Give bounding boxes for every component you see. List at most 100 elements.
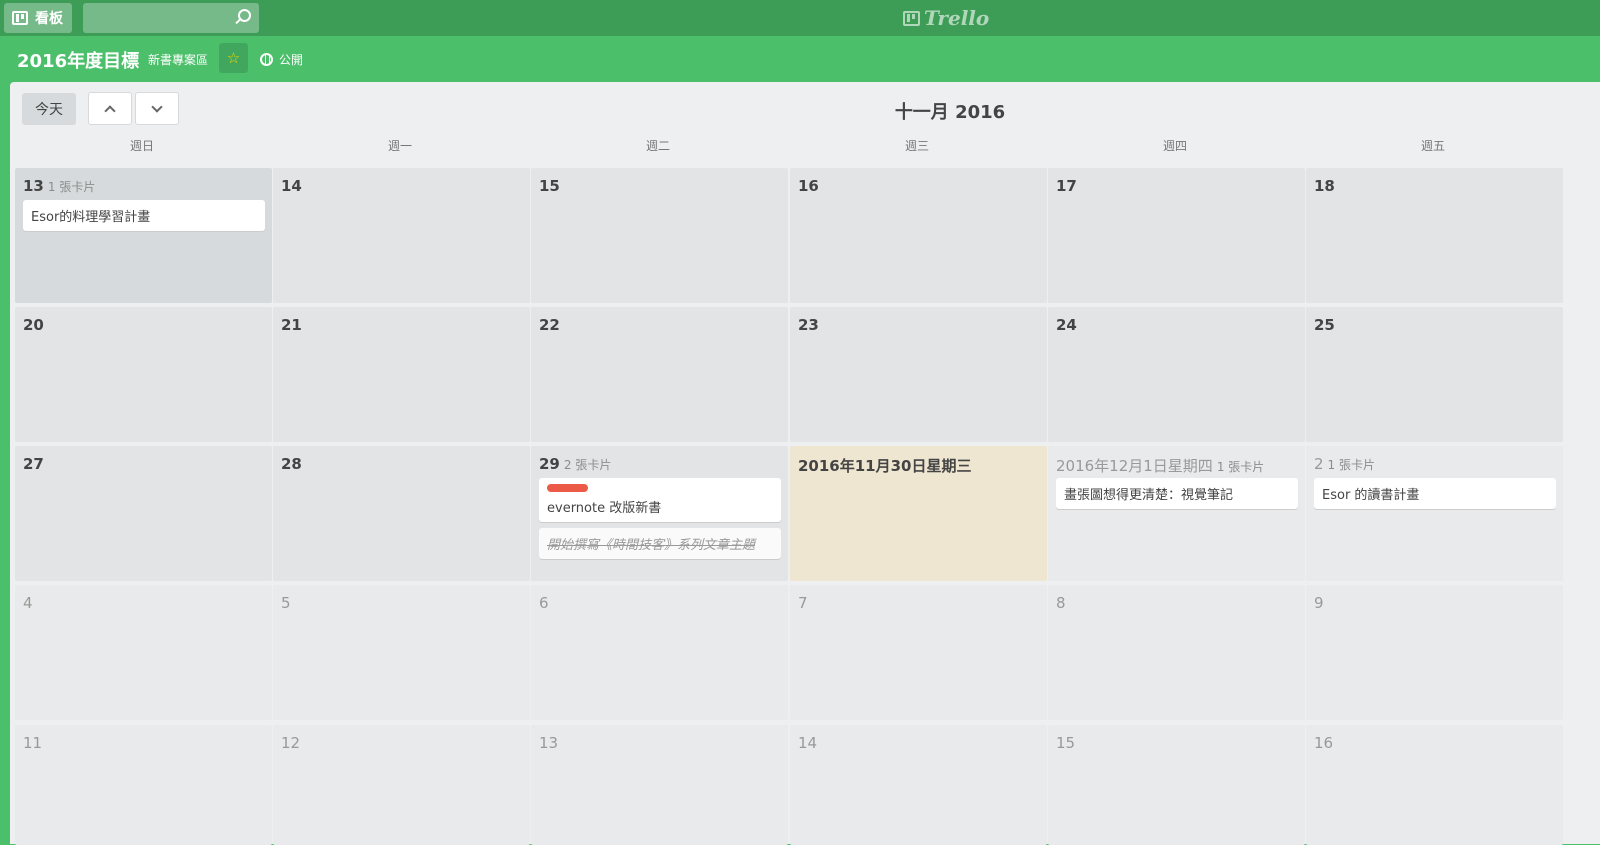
day-header: 21 xyxy=(281,316,302,334)
day-header: 13 1 張卡片 xyxy=(23,177,95,195)
card-title: evernote 改版新書 xyxy=(547,501,662,516)
day-header: 2016年11月30日星期三 xyxy=(798,455,972,476)
calendar-day[interactable]: 29 2 張卡片 evernote 改版新書開始撰寫《時間技客》系列文章主題 xyxy=(531,446,788,581)
calendar-day[interactable]: 11 xyxy=(15,725,272,845)
calendar-day[interactable]: 27 xyxy=(15,446,272,581)
calendar-day[interactable]: 8 xyxy=(1048,585,1305,720)
calendar-day[interactable]: 25 xyxy=(1306,307,1563,442)
day-number: 11 xyxy=(23,734,43,752)
day-header: 16 xyxy=(1314,734,1333,752)
calendar-day[interactable]: 2016年12月1日星期四 1 張卡片 畫張圖想得更清楚：視覺筆記 xyxy=(1048,446,1305,581)
weekday-header: 週二 xyxy=(645,139,670,153)
day-number: 8 xyxy=(1056,594,1066,612)
day-header: 11 xyxy=(23,734,42,752)
calendar-day[interactable]: 21 張卡片 Esor 的讀書計畫 xyxy=(1306,446,1563,581)
board-title[interactable]: 2016年度目標 xyxy=(17,47,139,73)
day-header: 14 xyxy=(281,177,302,195)
day-header: 28 xyxy=(281,455,302,473)
calendar-day[interactable]: 16 xyxy=(790,168,1047,303)
calendar-day[interactable]: 28 xyxy=(273,446,530,581)
day-header: 15 xyxy=(1056,734,1075,752)
weekday-header: 週日 xyxy=(129,139,154,153)
calendar-day[interactable]: 6 xyxy=(531,585,788,720)
day-number: 2016年11月30日星期三 xyxy=(798,457,972,475)
day-header: 2016年12月1日星期四 1 張卡片 xyxy=(1056,455,1264,476)
card-title: 開始撰寫《時間技客》系列文章主題 xyxy=(547,538,756,553)
day-number: 2016年12月1日星期四 xyxy=(1056,457,1213,475)
calendar-day[interactable]: 12 xyxy=(273,725,530,845)
day-header: 6 xyxy=(539,594,549,612)
day-header: 29 2 張卡片 xyxy=(539,455,611,473)
calendar-day[interactable]: 9 xyxy=(1306,585,1563,720)
calendar-day[interactable]: 17 xyxy=(1048,168,1305,303)
search-input[interactable] xyxy=(83,3,259,33)
day-number: 14 xyxy=(281,177,302,195)
day-header: 16 xyxy=(798,177,819,195)
calendar-day[interactable]: 20 xyxy=(15,307,272,442)
day-number: 2 xyxy=(1314,455,1324,473)
calendar-day-today[interactable]: 2016年11月30日星期三 xyxy=(790,446,1047,581)
calendar-day[interactable]: 22 xyxy=(531,307,788,442)
day-number: 5 xyxy=(281,594,291,612)
day-header: 15 xyxy=(539,177,560,195)
day-header: 24 xyxy=(1056,316,1077,334)
weekday-header: 週五 xyxy=(1420,139,1445,153)
day-number: 6 xyxy=(539,594,549,612)
team-link[interactable]: 新書專案區 xyxy=(148,51,208,68)
card-count: 1 張卡片 xyxy=(1327,458,1375,472)
card-title: Esor 的讀書計畫 xyxy=(1322,488,1420,503)
boards-button[interactable]: 看板 xyxy=(4,3,72,33)
calendar-day[interactable]: 7 xyxy=(790,585,1047,720)
star-button[interactable]: ☆ xyxy=(219,43,248,73)
top-bar: 看板 Trello xyxy=(0,0,1600,36)
search-icon[interactable] xyxy=(238,9,251,22)
calendar-day[interactable]: 4 xyxy=(15,585,272,720)
card-count: 1 張卡片 xyxy=(47,180,96,194)
calendar-card[interactable]: Esor 的讀書計畫 xyxy=(1314,478,1556,509)
logo-text: Trello xyxy=(924,6,990,30)
day-number: 4 xyxy=(23,594,33,612)
day-number: 25 xyxy=(1314,316,1335,334)
day-number: 12 xyxy=(281,734,301,752)
board-icon xyxy=(12,11,28,25)
calendar-card[interactable]: 畫張圖想得更清楚：視覺筆記 xyxy=(1056,478,1298,509)
day-header: 17 xyxy=(1056,177,1077,195)
day-header: 4 xyxy=(23,594,33,612)
day-header: 20 xyxy=(23,316,44,334)
calendar-day[interactable]: 24 xyxy=(1048,307,1305,442)
day-header: 12 xyxy=(281,734,300,752)
day-number: 9 xyxy=(1314,594,1324,612)
visibility-label: 公開 xyxy=(279,53,304,67)
calendar-day[interactable]: 5 xyxy=(273,585,530,720)
calendar-day[interactable]: 13 xyxy=(531,725,788,845)
calendar-day[interactable]: 18 xyxy=(1306,168,1563,303)
globe-icon xyxy=(260,53,273,66)
calendar-card[interactable]: Esor的料理學習計畫 xyxy=(23,200,265,231)
calendar-day[interactable]: 14 xyxy=(790,725,1047,845)
day-number: 28 xyxy=(281,455,302,473)
day-number: 16 xyxy=(1314,734,1334,752)
calendar-day[interactable]: 13 1 張卡片 Esor的料理學習計畫 xyxy=(15,168,272,303)
calendar-day[interactable]: 14 xyxy=(273,168,530,303)
calendar-day[interactable]: 21 xyxy=(273,307,530,442)
calendar-card[interactable]: evernote 改版新書 xyxy=(539,478,781,522)
card-count: 1 張卡片 xyxy=(1216,460,1265,474)
calendar-day[interactable]: 15 xyxy=(1048,725,1305,845)
day-number: 15 xyxy=(539,177,560,195)
day-number: 16 xyxy=(798,177,819,195)
calendar-day[interactable]: 16 xyxy=(1306,725,1563,845)
day-number: 18 xyxy=(1314,177,1335,195)
day-header: 13 xyxy=(539,734,558,752)
day-number: 24 xyxy=(1056,316,1077,334)
weekday-header: 週三 xyxy=(904,139,929,153)
calendar-day[interactable]: 15 xyxy=(531,168,788,303)
day-number: 20 xyxy=(23,316,44,334)
calendar-day[interactable]: 23 xyxy=(790,307,1047,442)
calendar-card[interactable]: 開始撰寫《時間技客》系列文章主題 xyxy=(539,528,781,559)
trello-logo[interactable]: Trello xyxy=(903,6,989,30)
day-header: 14 xyxy=(798,734,817,752)
card-label-red xyxy=(547,484,588,492)
day-number: 21 xyxy=(281,316,302,334)
card-title: Esor的料理學習計畫 xyxy=(31,210,151,225)
visibility-button[interactable]: 公開 xyxy=(260,51,303,68)
